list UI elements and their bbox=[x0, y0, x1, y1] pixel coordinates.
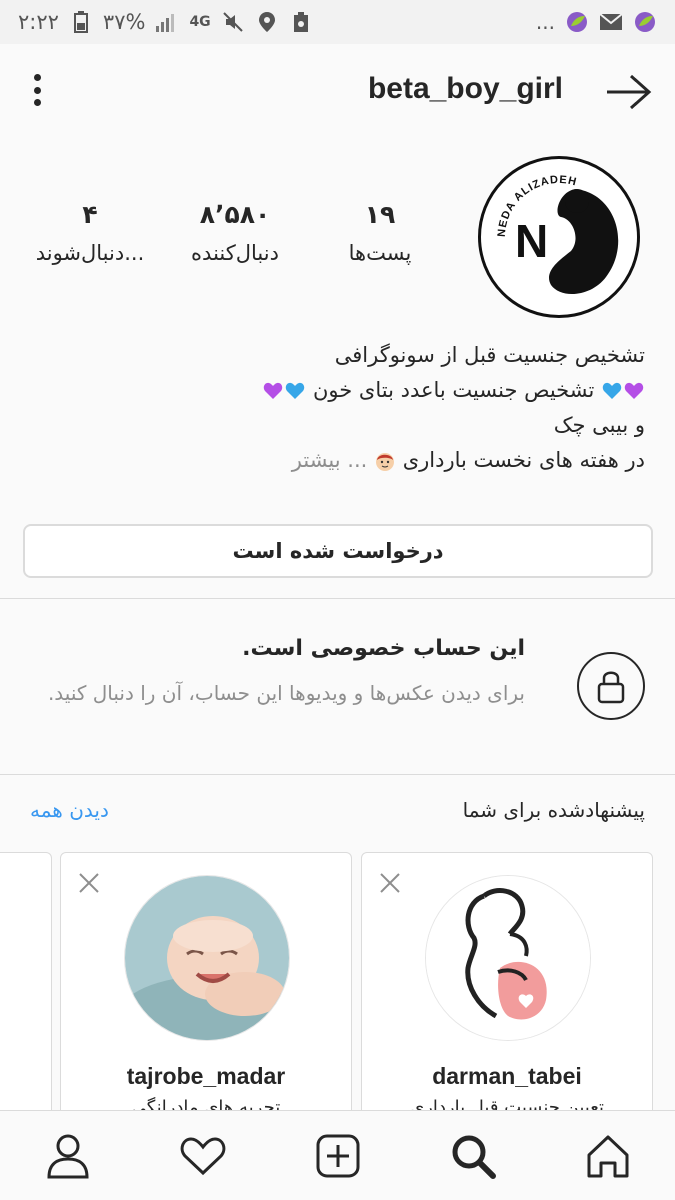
more-options-icon[interactable] bbox=[22, 70, 52, 110]
stat-following-label: دنبال‌شوند... bbox=[35, 241, 145, 265]
nav-search[interactable] bbox=[446, 1129, 500, 1183]
purple-heart-icon-2 bbox=[264, 382, 283, 399]
see-all-link[interactable]: دیدن همه bbox=[30, 798, 109, 822]
stat-posts[interactable]: ۱۹ پست‌ها bbox=[315, 200, 445, 265]
mute-icon bbox=[221, 10, 245, 34]
bio-line-2: تشخیص جنسیت باعدد بتای خون bbox=[35, 373, 645, 408]
heart-icon bbox=[180, 1136, 225, 1175]
suggested-avatar[interactable] bbox=[124, 875, 290, 1041]
close-icon-2[interactable] bbox=[378, 871, 402, 895]
profile-icon bbox=[46, 1134, 89, 1178]
divider bbox=[0, 598, 675, 599]
bio-line-4: در هفته های نخست بارداری ... بیشتر bbox=[35, 443, 645, 478]
profile-username: beta_boy_girl bbox=[367, 72, 563, 105]
nav-profile[interactable] bbox=[41, 1129, 95, 1183]
suggested-title: پیشنهادشده برای شما bbox=[462, 798, 645, 822]
recycle-icon bbox=[289, 10, 313, 34]
location-icon bbox=[255, 10, 279, 34]
blue-heart-icon bbox=[602, 382, 622, 399]
mail-icon bbox=[599, 10, 623, 34]
svg-text:N: N bbox=[515, 215, 548, 267]
stat-followers-value: ۸٬۵۸۰ bbox=[199, 200, 271, 229]
stat-following[interactable]: ۴ دنبال‌شوند... bbox=[25, 200, 155, 265]
suggested-card-partial[interactable] bbox=[0, 852, 52, 1122]
stat-followers-label: دنبال‌کننده bbox=[191, 241, 279, 265]
status-right: ... bbox=[536, 10, 657, 34]
bio-line-2-text: تشخیص جنسیت باعدد بتای خون bbox=[312, 378, 595, 402]
nav-new-post[interactable] bbox=[311, 1129, 365, 1183]
bio-line-3: و بیبی چک bbox=[553, 413, 645, 437]
bio-line-1: تشخیص جنسیت قبل از سونوگرافی bbox=[334, 343, 645, 367]
app-notification-icon-2 bbox=[633, 10, 657, 34]
suggested-username[interactable]: tajrobe_madar bbox=[61, 1063, 351, 1090]
search-icon bbox=[452, 1135, 496, 1179]
home-icon bbox=[587, 1135, 628, 1177]
suggested-avatar-2[interactable] bbox=[425, 875, 591, 1041]
status-left: ۲:۲۲ ۳۷% 4G bbox=[18, 10, 313, 34]
stat-posts-label: پست‌ها bbox=[348, 241, 412, 265]
private-account-notice: این حساب خصوصی است. برای دیدن عکس‌ها و و… bbox=[0, 600, 675, 774]
close-icon[interactable] bbox=[77, 871, 101, 895]
blue-heart-icon-2 bbox=[286, 382, 305, 399]
nav-home[interactable] bbox=[581, 1129, 635, 1183]
bio-line-4-text: در هفته های نخست بارداری bbox=[402, 448, 645, 472]
suggested-header: پیشنهادشده برای شما دیدن همه bbox=[0, 776, 675, 842]
status-time: ۲:۲۲ bbox=[18, 10, 59, 34]
private-title: این حساب خصوصی است. bbox=[242, 636, 525, 661]
suggested-card[interactable]: tajrobe_madar تجربه های مادرانگی bbox=[60, 852, 352, 1122]
signal-icon bbox=[155, 10, 179, 34]
stat-following-value: ۴ bbox=[82, 200, 98, 229]
add-post-icon bbox=[316, 1134, 359, 1177]
divider-2 bbox=[0, 774, 675, 775]
requested-button[interactable]: درخواست شده است bbox=[23, 524, 653, 578]
more-notifications: ... bbox=[535, 10, 555, 34]
stat-posts-value: ۱۹ bbox=[364, 200, 396, 229]
back-arrow-icon[interactable] bbox=[605, 72, 653, 112]
purple-heart-icon bbox=[624, 382, 644, 399]
private-description: برای دیدن عکس‌ها و ویدیوها این حساب، آن … bbox=[47, 681, 525, 705]
profile-header: beta_boy_girl bbox=[0, 44, 675, 140]
suggested-card-2[interactable]: darman_tabei تعیین جنسیت قبل بارداری bbox=[361, 852, 653, 1122]
lock-icon bbox=[577, 652, 645, 720]
bottom-navigation bbox=[0, 1110, 675, 1200]
bio-more-link[interactable]: ... بیشتر bbox=[292, 448, 368, 472]
suggested-username-2[interactable]: darman_tabei bbox=[362, 1063, 652, 1090]
status-bar: ۲:۲۲ ۳۷% 4G ... bbox=[0, 0, 675, 44]
battery-percent: ۳۷% bbox=[102, 10, 146, 34]
battery-icon bbox=[69, 10, 93, 34]
profile-stats: ۴ دنبال‌شوند... ۸٬۵۸۰ دنبال‌کننده ۱۹ پست… bbox=[25, 200, 445, 265]
nav-activity[interactable] bbox=[176, 1129, 230, 1183]
network-type: 4G bbox=[189, 14, 211, 30]
profile-avatar[interactable]: N NEDA ALIZADEH bbox=[478, 156, 640, 318]
app-notification-icon bbox=[565, 10, 589, 34]
baby-face-icon bbox=[376, 453, 394, 471]
stat-followers[interactable]: ۸٬۵۸۰ دنبال‌کننده bbox=[170, 200, 300, 265]
profile-bio: تشخیص جنسیت قبل از سونوگرافی تشخیص جنسیت… bbox=[35, 338, 645, 478]
